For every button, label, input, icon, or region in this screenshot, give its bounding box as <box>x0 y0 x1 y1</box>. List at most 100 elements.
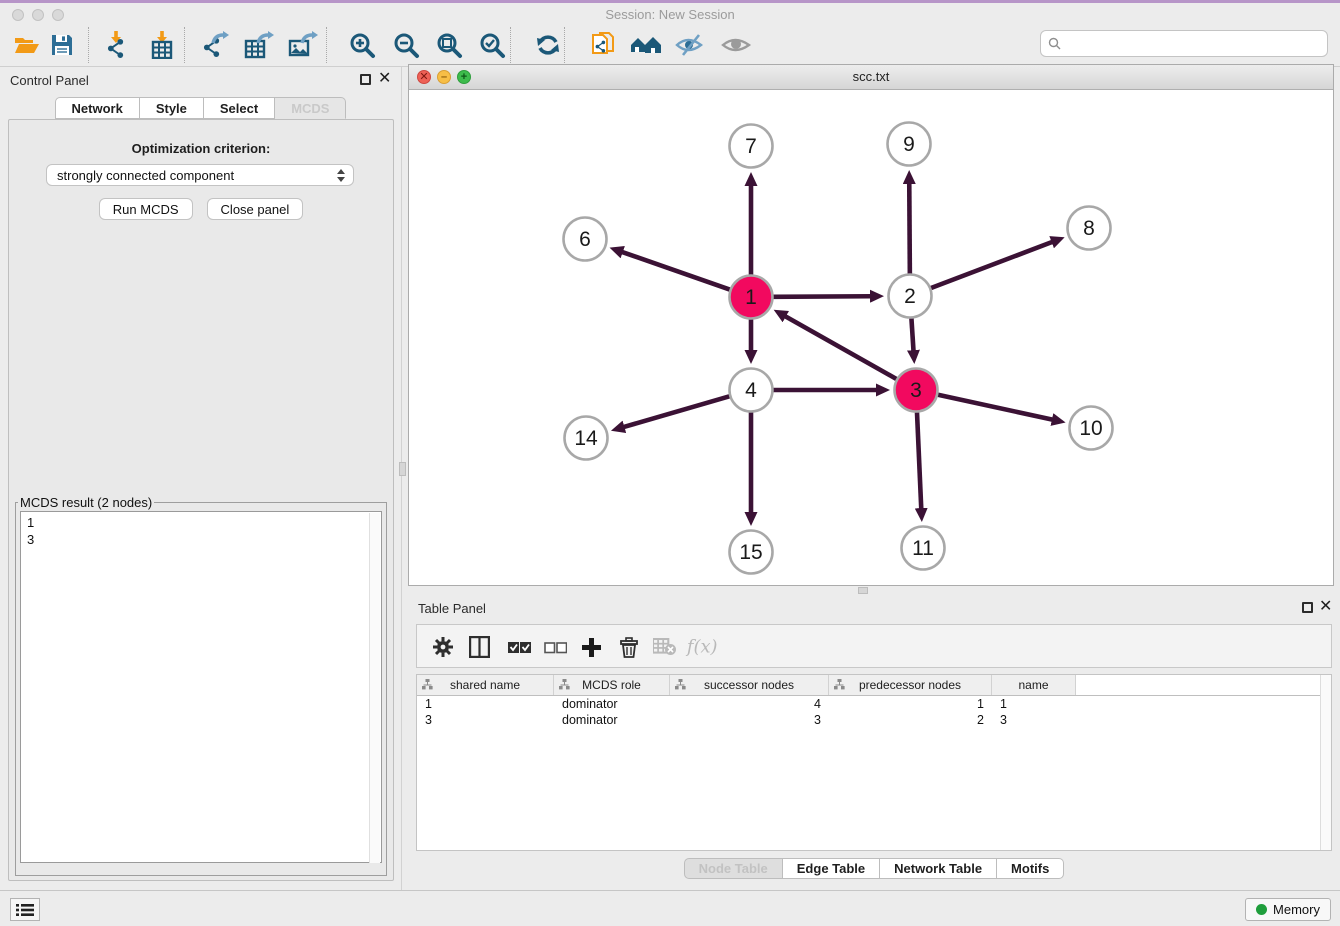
column-header-shared-name[interactable]: shared name <box>417 675 554 695</box>
select-all-boxes-icon[interactable] <box>503 631 535 663</box>
open-file-icon[interactable] <box>10 29 42 61</box>
table-cell[interactable]: 3 <box>417 713 554 727</box>
split-columns-icon[interactable] <box>463 631 495 663</box>
save-session-icon[interactable] <box>46 29 78 61</box>
float-table-panel-icon[interactable] <box>1302 602 1313 613</box>
graph-node-label: 9 <box>903 133 915 156</box>
graph-node-label: 7 <box>745 135 757 158</box>
network-canvas[interactable]: 7968124314101511 <box>409 90 1333 585</box>
table-scrollbar[interactable] <box>1320 675 1331 851</box>
task-history-button[interactable] <box>10 898 40 921</box>
edge-2-3[interactable] <box>911 318 913 350</box>
float-panel-icon[interactable] <box>360 74 371 85</box>
delete-column-icon[interactable] <box>613 631 645 663</box>
graph-node-label: 8 <box>1083 217 1095 240</box>
edge-1-2[interactable] <box>773 296 870 297</box>
table-cell[interactable]: 1 <box>417 697 554 711</box>
zoom-fit-icon[interactable] <box>433 29 465 61</box>
tab-style[interactable]: Style <box>140 97 204 119</box>
refresh-layout-icon[interactable] <box>532 29 564 61</box>
network-window-titlebar[interactable]: ✕ – + scc.txt <box>409 65 1333 90</box>
table-row[interactable]: 1dominator411 <box>417 696 1331 712</box>
svg-text:f(x): f(x) <box>685 637 717 658</box>
edge-3-1[interactable] <box>785 316 896 379</box>
hide-selected-icon[interactable] <box>674 29 706 61</box>
export-network-icon[interactable] <box>200 29 232 61</box>
table-cell[interactable]: 1 <box>992 697 1076 711</box>
table-cell[interactable]: 4 <box>670 697 829 711</box>
tab-node-table[interactable]: Node Table <box>684 858 783 879</box>
export-image-icon[interactable] <box>288 29 320 61</box>
task-list-icon <box>16 903 34 917</box>
import-network-icon[interactable] <box>100 29 132 61</box>
graph-node-label: 10 <box>1079 417 1102 440</box>
table-cell[interactable]: dominator <box>554 697 670 711</box>
graph-node-label: 14 <box>574 427 598 450</box>
deselect-boxes-icon[interactable] <box>539 631 571 663</box>
column-header-predecessor-nodes[interactable]: predecessor nodes <box>829 675 992 695</box>
tab-edge-table[interactable]: Edge Table <box>783 858 880 879</box>
network-window-title: scc.txt <box>409 69 1333 84</box>
memory-status-icon <box>1256 904 1267 915</box>
column-header-successor-nodes[interactable]: successor nodes <box>670 675 829 695</box>
main-titlebar: Session: New Session <box>0 0 1340 21</box>
export-table-icon[interactable] <box>244 29 276 61</box>
table-cell[interactable]: 3 <box>670 713 829 727</box>
column-header-MCDS-role[interactable]: MCDS role <box>554 675 670 695</box>
status-bar: Memory <box>0 890 1340 926</box>
node-table[interactable]: shared nameMCDS rolesuccessor nodesprede… <box>416 674 1332 851</box>
graph-node-label: 15 <box>739 541 762 564</box>
edge-3-11[interactable] <box>917 412 921 508</box>
table-cell[interactable]: 3 <box>992 713 1076 727</box>
table-cell[interactable]: 1 <box>829 697 992 711</box>
tab-motifs[interactable]: Motifs <box>997 858 1064 879</box>
toolbar-separator <box>326 27 327 63</box>
mcds-result-group: MCDS result (2 nodes) 1 3 <box>15 495 387 876</box>
tab-network[interactable]: Network <box>55 97 140 119</box>
graph-node-label: 6 <box>579 228 591 251</box>
zoom-selected-icon[interactable] <box>476 29 508 61</box>
select-stepper-icon <box>337 169 345 183</box>
search-icon <box>1048 37 1061 50</box>
edge-4-14[interactable] <box>624 396 729 427</box>
memory-label: Memory <box>1273 902 1320 917</box>
window-title: Session: New Session <box>0 7 1340 22</box>
tab-network-table[interactable]: Network Table <box>880 858 997 879</box>
search-input[interactable] <box>1066 36 1327 51</box>
toolbar-separator <box>88 27 89 63</box>
optimization-criterion-select[interactable]: strongly connected component <box>46 164 354 186</box>
delete-table-icon <box>649 631 681 663</box>
vertical-splitter-handle[interactable] <box>399 462 406 476</box>
table-row[interactable]: 3dominator323 <box>417 712 1331 728</box>
gear-icon[interactable] <box>427 631 459 663</box>
edge-1-6[interactable] <box>622 252 729 290</box>
tab-mcds[interactable]: MCDS <box>275 97 346 119</box>
toolbar-separator <box>510 27 511 63</box>
add-column-icon[interactable] <box>575 631 607 663</box>
zoom-out-icon[interactable] <box>390 29 422 61</box>
edge-2-9[interactable] <box>909 183 910 273</box>
toolbar-separator <box>184 27 185 63</box>
network-graph[interactable]: 7968124314101511 <box>409 90 1333 585</box>
column-header-name[interactable]: name <box>992 675 1076 695</box>
search-field[interactable] <box>1040 30 1328 57</box>
close-panel-icon[interactable]: ✕ <box>378 70 391 88</box>
run-mcds-button[interactable]: Run MCDS <box>99 198 193 220</box>
network-view-window: ✕ – + scc.txt 7968124314101511 <box>408 64 1334 586</box>
edge-2-8[interactable] <box>931 242 1052 288</box>
zoom-in-icon[interactable] <box>346 29 378 61</box>
import-table-icon[interactable] <box>146 29 178 61</box>
tab-select[interactable]: Select <box>204 97 275 119</box>
edge-3-10[interactable] <box>938 395 1052 420</box>
first-neighbors-icon[interactable] <box>630 29 662 61</box>
memory-button[interactable]: Memory <box>1245 898 1331 921</box>
table-cell[interactable]: dominator <box>554 713 670 727</box>
close-panel-button[interactable]: Close panel <box>207 198 304 220</box>
table-cell[interactable]: 2 <box>829 713 992 727</box>
mcds-result-list[interactable]: 1 3 <box>20 511 382 863</box>
horizontal-splitter-handle[interactable] <box>858 587 868 594</box>
clone-network-icon[interactable] <box>588 29 620 61</box>
close-table-panel-icon[interactable]: ✕ <box>1319 598 1332 616</box>
result-scrollbar[interactable] <box>369 513 380 863</box>
graph-node-label: 1 <box>745 286 757 309</box>
